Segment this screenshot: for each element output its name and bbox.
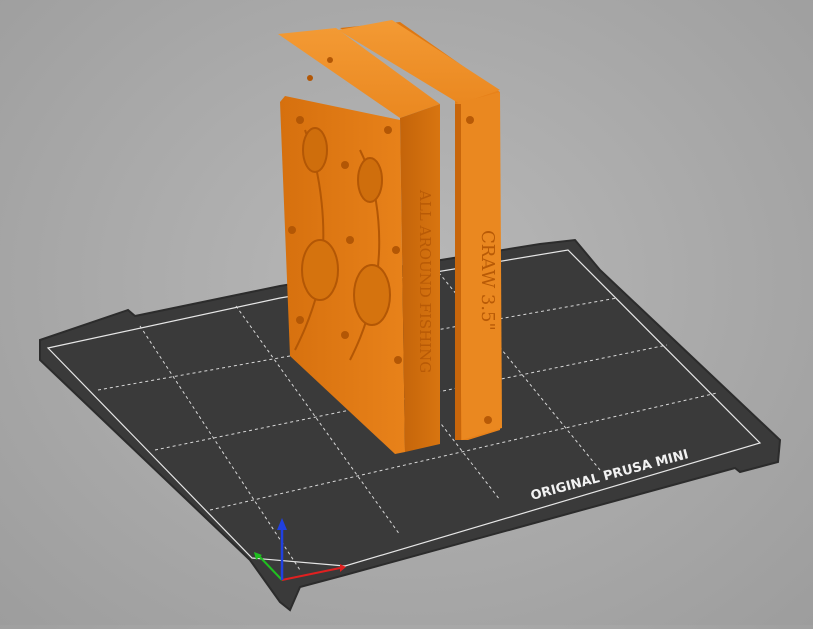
right-part-label: CRAW 3.5" [477, 230, 498, 331]
right-part-edge [455, 104, 461, 440]
hole [466, 116, 474, 124]
hole [484, 416, 492, 424]
scene-svg[interactable]: ORIGINAL PRUSA MINI CRAW 3.5" ALL AROUND… [0, 0, 813, 625]
left-part-label: ALL AROUND FISHING [416, 189, 434, 373]
3d-viewport[interactable]: ORIGINAL PRUSA MINI CRAW 3.5" ALL AROUND… [0, 0, 813, 625]
